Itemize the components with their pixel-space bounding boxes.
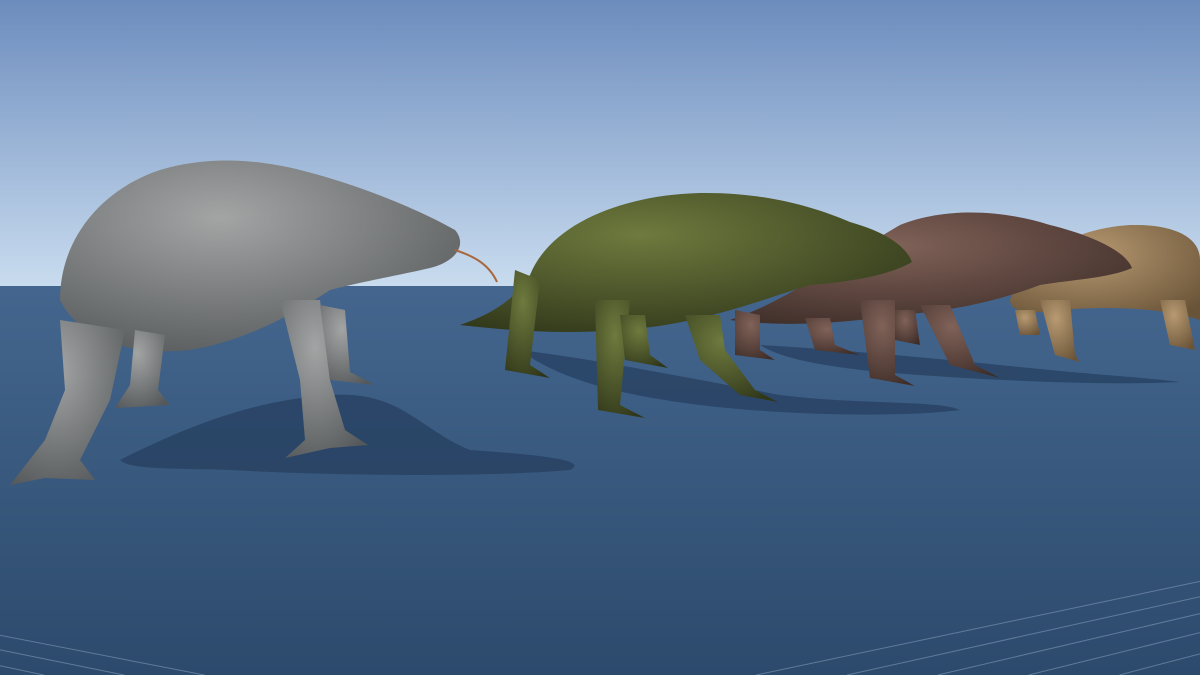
- 3d-viewport: [0, 0, 1200, 675]
